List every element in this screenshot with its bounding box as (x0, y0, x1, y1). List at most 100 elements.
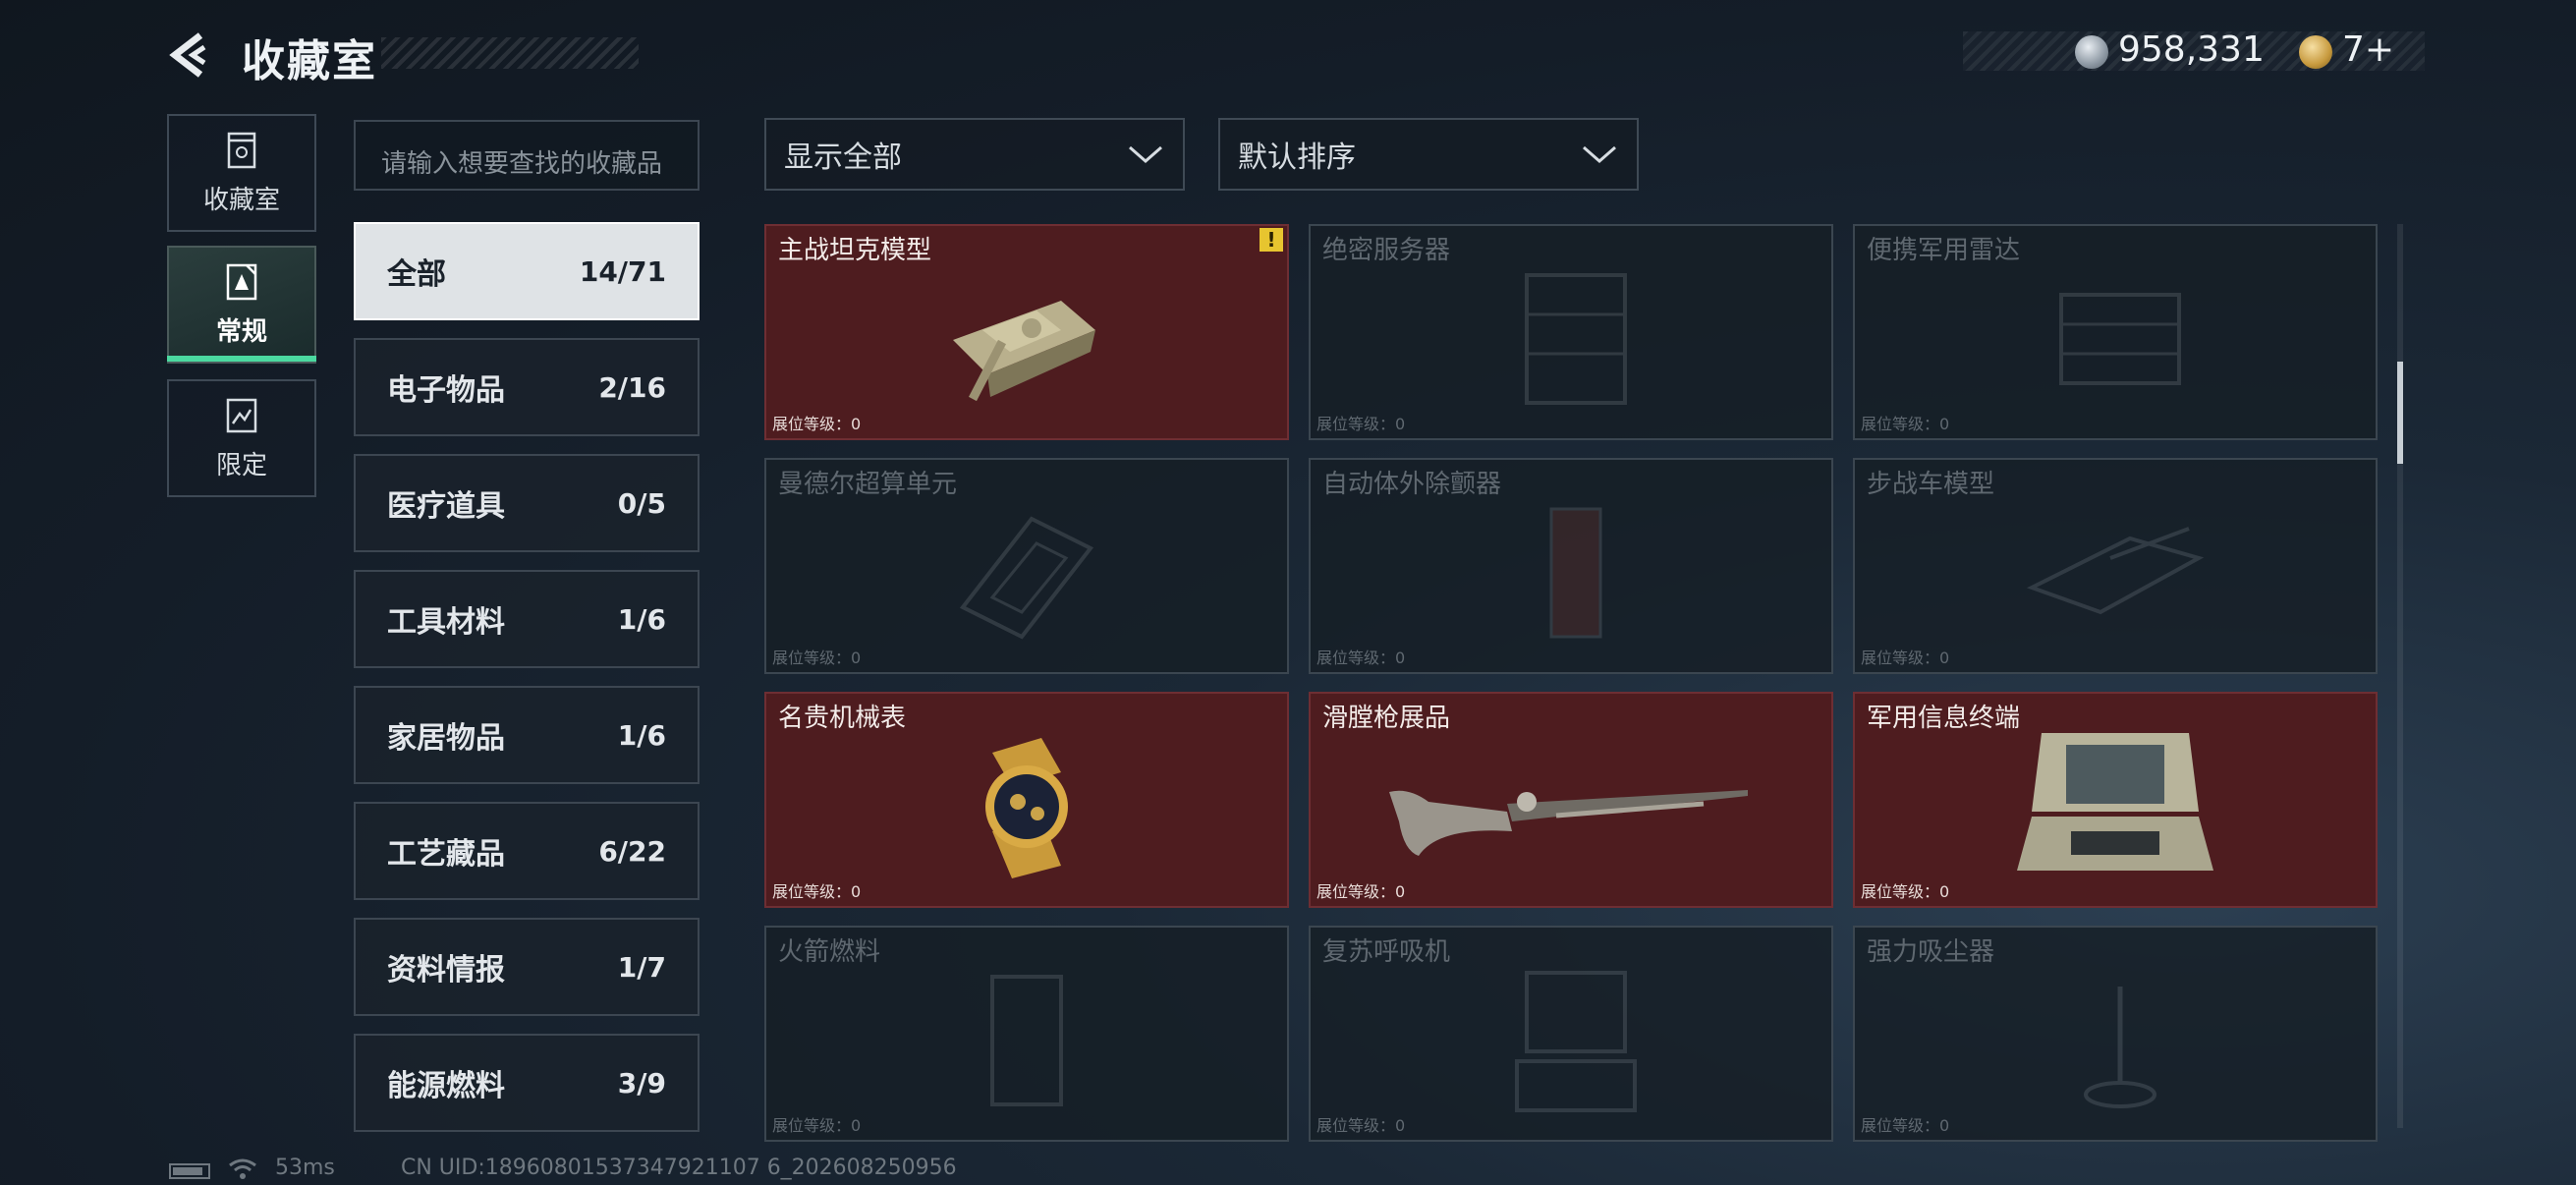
booth-level: 展位等级：0 (1861, 882, 1950, 901)
category-medical[interactable]: 医疗道具 0/5 (354, 454, 700, 552)
category-label: 家居物品 (387, 721, 505, 756)
vacuum-icon (2084, 987, 2156, 1108)
item-name: 强力吸尘器 (1867, 937, 1995, 967)
category-label: 资料情报 (387, 953, 505, 988)
back-button[interactable] (165, 29, 216, 81)
item-name: 便携军用雷达 (1867, 236, 2021, 265)
search-input[interactable]: 请输入想要查找的收藏品 (354, 120, 700, 191)
category-label: 工艺藏品 (387, 837, 505, 872)
battery-icon (169, 1163, 210, 1179)
filter-dropdown-label: 显示全部 (784, 141, 902, 175)
item-name: 步战车模型 (1867, 470, 1995, 499)
grid-scrollbar[interactable] (2397, 224, 2403, 1128)
item-name: 自动体外除颤器 (1322, 470, 1502, 499)
coin-balance: 958,331 (2118, 29, 2265, 70)
booth-level: 展位等级：0 (1316, 1116, 1406, 1135)
category-count: 1/7 (617, 950, 666, 984)
limited-collection-icon (226, 398, 257, 432)
rocket-fuel-icon (990, 975, 1063, 1106)
item-name: 主战坦克模型 (778, 236, 932, 265)
category-count: 1/6 (617, 602, 666, 636)
nav-item-limited[interactable]: 限定 (167, 379, 316, 497)
page-title: 收藏室 (242, 36, 377, 86)
collection-card-supercomputer[interactable]: 曼德尔超算单元 展位等级：0 (764, 458, 1289, 674)
category-tools[interactable]: 工具材料 1/6 (354, 570, 700, 668)
collection-card-vacuum[interactable]: 强力吸尘器 展位等级：0 (1853, 926, 2378, 1142)
defibrillator-icon (1549, 507, 1602, 639)
category-count: 6/22 (598, 834, 666, 868)
scroll-thumb[interactable] (2397, 362, 2403, 464)
filter-dropdown[interactable]: 显示全部 (764, 118, 1185, 191)
booth-level: 展位等级：0 (772, 882, 862, 901)
item-name: 复苏呼吸机 (1322, 937, 1451, 967)
token-icon (2299, 35, 2332, 69)
category-crafts[interactable]: 工艺藏品 6/22 (354, 802, 700, 900)
category-count: 0/5 (617, 486, 666, 520)
nav-active-indicator (167, 356, 316, 362)
terminal-icon (2017, 733, 2213, 871)
category-count: 1/6 (617, 718, 666, 752)
collection-card-server[interactable]: 绝密服务器 展位等级：0 (1309, 224, 1833, 440)
trash-bin-icon (227, 132, 256, 168)
booth-level: 展位等级：0 (1316, 649, 1406, 667)
booth-level: 展位等级：0 (772, 649, 862, 667)
collection-card-radar[interactable]: 便携军用雷达 展位等级：0 (1853, 224, 2378, 440)
nav-item-label: 常规 (215, 316, 267, 347)
item-name: 军用信息终端 (1867, 704, 2021, 733)
collection-card-terminal[interactable]: 军用信息终端 展位等级：0 (1853, 692, 2378, 908)
nav-item-regular[interactable]: 常规 (167, 246, 316, 364)
item-name: 火箭燃料 (778, 937, 881, 967)
category-household[interactable]: 家居物品 1/6 (354, 686, 700, 784)
booth-level: 展位等级：0 (1861, 1116, 1950, 1135)
regular-collection-icon (226, 263, 257, 300)
item-name: 滑膛枪展品 (1322, 704, 1451, 733)
category-count: 2/16 (598, 370, 666, 404)
category-electronics[interactable]: 电子物品 2/16 (354, 338, 700, 436)
collection-card-tank[interactable]: 主战坦克模型 ! 展位等级：0 (764, 224, 1289, 440)
warning-badge: ! (1260, 228, 1283, 252)
nav-item-label: 收藏室 (202, 185, 280, 215)
sort-dropdown-label: 默认排序 (1238, 141, 1356, 175)
booth-level: 展位等级：0 (1316, 415, 1406, 433)
collection-card-ifv[interactable]: 步战车模型 展位等级：0 (1853, 458, 2378, 674)
supercomputer-unit-icon (959, 516, 1094, 640)
radar-icon (2059, 293, 2181, 385)
collection-card-ventilator[interactable]: 复苏呼吸机 展位等级：0 (1309, 926, 1833, 1142)
booth-level: 展位等级：0 (772, 1116, 862, 1135)
collection-card-rocket-fuel[interactable]: 火箭燃料 展位等级：0 (764, 926, 1289, 1142)
token-balance: 7+ (2342, 29, 2395, 70)
nav-item-collection-room[interactable]: 收藏室 (167, 114, 316, 232)
musket-icon (1389, 790, 1748, 856)
watch-icon (985, 738, 1068, 878)
collection-card-defibrillator[interactable]: 自动体外除颤器 展位等级：0 (1309, 458, 1833, 674)
item-name: 绝密服务器 (1322, 236, 1451, 265)
ping-readout: 53ms (275, 1156, 335, 1180)
tank-model-icon (953, 301, 1095, 402)
title-decoration (381, 37, 639, 69)
category-intel[interactable]: 资料情报 1/7 (354, 918, 700, 1016)
category-count: 14/71 (579, 254, 666, 288)
ifv-model-icon (2026, 527, 2205, 615)
category-label: 电子物品 (387, 373, 505, 408)
sort-dropdown[interactable]: 默认排序 (1218, 118, 1639, 191)
back-arrow-icon (169, 32, 206, 78)
booth-level: 展位等级：0 (1316, 882, 1406, 901)
category-label: 能源燃料 (387, 1069, 505, 1103)
booth-level: 展位等级：0 (1861, 415, 1950, 433)
collection-card-musket[interactable]: 滑膛枪展品 展位等级：0 (1309, 692, 1833, 908)
collection-card-watch[interactable]: 名贵机械表 展位等级：0 (764, 692, 1289, 908)
item-name: 曼德尔超算单元 (778, 470, 958, 499)
category-label: 全部 (387, 257, 446, 292)
chevron-down-icon (1583, 145, 1616, 163)
category-label: 医疗道具 (387, 489, 505, 524)
wifi-icon (229, 1158, 256, 1179)
category-fuel[interactable]: 能源燃料 3/9 (354, 1034, 700, 1132)
booth-level: 展位等级：0 (1861, 649, 1950, 667)
category-label: 工具材料 (387, 605, 505, 640)
item-name: 名贵机械表 (778, 704, 907, 733)
nav-item-label: 限定 (215, 450, 267, 480)
category-all[interactable]: 全部 14/71 (354, 222, 700, 320)
user-uid: CN UID:18960801537347921107 6_2026082509… (401, 1156, 957, 1180)
ventilator-icon (1515, 971, 1637, 1112)
booth-level: 展位等级：0 (772, 415, 862, 433)
